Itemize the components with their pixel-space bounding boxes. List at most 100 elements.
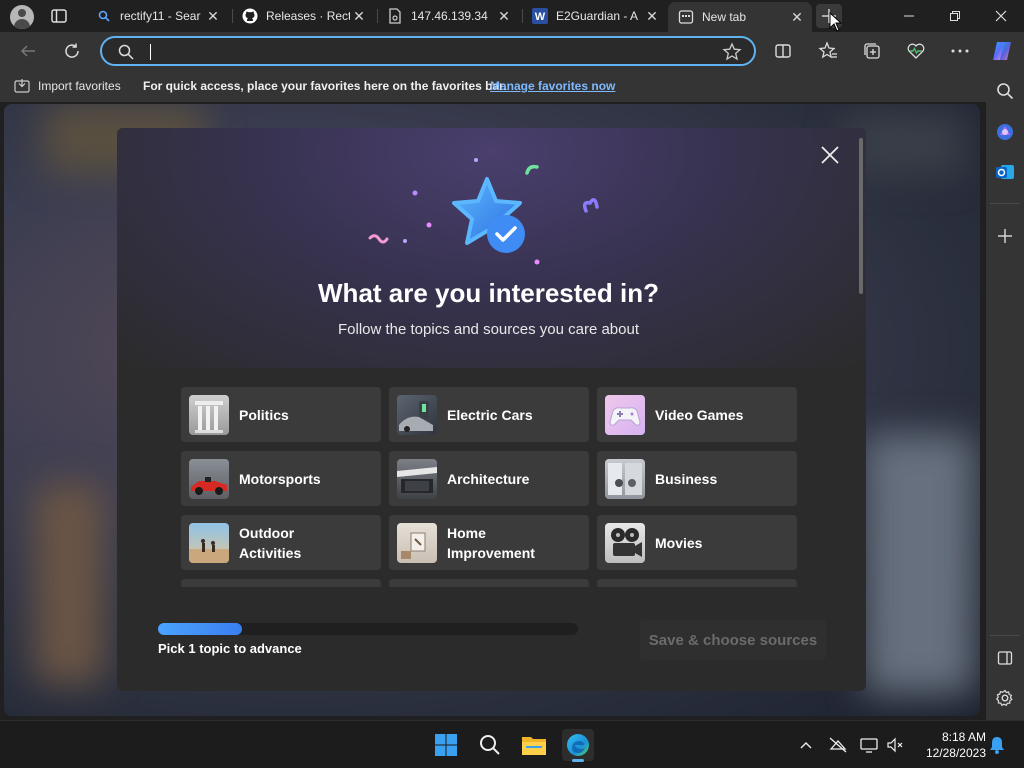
topic-label: Electric Cars [447,406,533,423]
topic-card-video-games[interactable]: Video Games [597,387,797,442]
gear-icon [996,689,1013,707]
network-tray-icon[interactable] [829,736,847,754]
start-button[interactable] [430,729,462,761]
topic-card-politics[interactable]: Politics [181,387,381,442]
volume-tray-icon[interactable] [886,736,904,754]
manage-favorites-link[interactable]: Manage favorites now [490,79,615,93]
topic-card-business[interactable]: Business [597,451,797,506]
monitor-icon [860,738,878,753]
file-explorer-button[interactable] [518,729,550,761]
topic-card-architecture[interactable]: Architecture [389,451,589,506]
search-icon [997,83,1014,100]
tab-new-tab[interactable]: New tab ✕ [668,2,812,32]
taskbar: 8:18 AM 12/28/2023 [0,720,1024,768]
import-favorites-label: Import favorites [38,79,121,93]
topic-card-partial[interactable] [181,579,381,587]
search-icon [480,735,500,755]
refresh-icon [65,43,79,58]
close-window-button[interactable] [978,0,1024,32]
sidebar-copilot-app[interactable] [993,120,1017,144]
dialog-title: What are you interested in? [318,278,659,308]
windows-logo-icon [435,734,457,756]
browser-essentials-button[interactable] [904,39,928,63]
dialog-scrollbar[interactable] [859,138,863,294]
close-tab-icon[interactable]: ✕ [350,7,368,25]
refresh-button[interactable] [60,39,84,63]
clock-time: 8:18 AM [941,730,986,744]
split-screen-icon [775,44,791,58]
settings-more-button[interactable] [948,39,972,63]
text-caret [150,44,151,60]
sidebar-panel-icon [997,651,1013,665]
favorite-star-icon[interactable] [722,42,742,67]
search-icon [96,8,112,24]
split-screen-button[interactable] [771,39,795,63]
tab-title: Releases · Recti [266,9,350,23]
display-tray-icon[interactable] [860,736,878,754]
back-button[interactable] [16,39,40,63]
favorites-bar-message: For quick access, place your favorites h… [143,79,507,93]
copilot-button[interactable] [990,39,1014,63]
heart-pulse-icon [907,43,925,59]
politics-thumbnail [189,394,229,435]
topic-label: Home Improvement [447,524,535,561]
sidebar-add-button[interactable] [993,224,1017,248]
topic-card-motorsports[interactable]: Motorsports [181,451,381,506]
sidebar-separator [990,635,1020,636]
topic-progress-bar [158,623,578,635]
edge-taskbar-button[interactable] [562,729,594,762]
copilot-icon [993,42,1011,60]
import-favorites-button[interactable]: Import favorites [14,78,121,94]
show-hidden-icons-button[interactable] [797,736,815,754]
business-thumbnail [605,458,645,499]
taskbar-search-button[interactable] [474,729,506,761]
topic-card-partial[interactable] [389,579,589,587]
outlook-icon [996,165,1014,179]
close-tab-icon[interactable]: ✕ [495,7,513,25]
folder-icon [522,737,546,755]
topic-label: Business [655,470,718,487]
close-dialog-button[interactable] [817,142,843,168]
collections-button[interactable] [860,39,884,63]
topic-card-outdoor-activities[interactable]: Outdoor Activities [181,515,381,570]
github-icon [242,8,258,24]
home-improvement-thumbnail [397,522,437,563]
taskbar-clock[interactable]: 8:18 AM 12/28/2023 [914,729,986,761]
close-tab-icon[interactable]: ✕ [643,7,661,25]
architecture-thumbnail [397,458,437,499]
save-choose-sources-button[interactable]: Save & choose sources [640,620,826,660]
page-lock-icon [387,8,403,24]
topic-card-electric-cars[interactable]: Electric Cars [389,387,589,442]
topic-card-movies[interactable]: Movies [597,515,797,570]
plus-icon [998,229,1012,243]
tab-title: New tab [702,10,747,24]
sidebar-search-button[interactable] [993,79,1017,103]
tab-actions-icon[interactable] [50,7,68,25]
topic-card-partial[interactable] [597,579,797,587]
restore-button[interactable] [932,0,978,32]
progress-fill [158,623,242,635]
minimize-button[interactable] [886,0,932,32]
tab-e2guardian[interactable]: W E2Guardian - A ✕ [522,0,667,32]
notifications-button[interactable] [988,736,1006,754]
progress-label: Pick 1 topic to advance [158,641,302,656]
tab-rectify11-search[interactable]: rectify11 - Sear ✕ [86,0,228,32]
outdoor-thumbnail [189,522,229,563]
hide-sidebar-button[interactable] [993,646,1017,670]
minimize-icon [904,15,914,17]
tab-ip-address[interactable]: 147.46.139.34 ✕ [377,0,519,32]
profile-avatar[interactable] [10,5,34,29]
tab-title: 147.46.139.34 [411,9,488,23]
sidebar-settings-button[interactable] [993,686,1017,710]
tab-releases-github[interactable]: Releases · Recti ✕ [232,0,374,32]
edge-icon [567,734,589,756]
address-bar[interactable] [100,36,756,66]
close-tab-icon[interactable]: ✕ [788,8,806,26]
topic-card-home-improvement[interactable]: Home Improvement [389,515,589,570]
address-input[interactable] [146,42,706,60]
favorites-button[interactable] [816,39,840,63]
topic-label: Video Games [655,406,744,423]
video-games-thumbnail [605,394,645,435]
sidebar-outlook-app[interactable] [993,160,1017,184]
close-tab-icon[interactable]: ✕ [204,7,222,25]
